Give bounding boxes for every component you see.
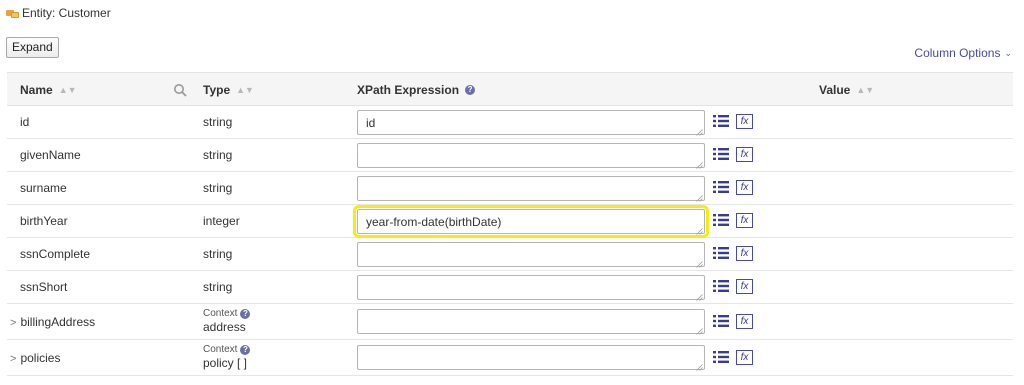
row-name: ssnComplete [20,238,90,271]
chevron-right-icon[interactable]: > [10,317,16,329]
row-name-label: policies [20,351,61,365]
xpath-expression-input[interactable]: year-from-date(birthDate) [353,205,709,238]
resize-grip-icon[interactable] [696,192,703,202]
sort-icon: ▲▼ [856,85,875,95]
column-header-xpath: XPath Expression ? [357,83,476,97]
xpath-expression-input[interactable] [357,176,705,202]
table-row: id string id fx [7,106,1013,139]
resize-grip-icon[interactable] [696,325,703,335]
row-name-label: givenName [20,148,81,162]
grid-header: Name ▲▼ Type ▲▼ XPath Expression ? Value… [7,72,1013,106]
row-name-label: surname [20,181,67,195]
column-header-name-label: Name [20,83,53,97]
sort-icon: ▲▼ [236,85,254,95]
expand-button[interactable]: Expand [6,37,59,58]
function-fx-icon[interactable]: fx [736,180,753,195]
function-fx-icon[interactable]: fx [736,114,753,129]
table-row: > policies Context? policy [ ] fx [7,340,1013,376]
chevron-down-icon: ⌄ [1004,47,1012,58]
entity-icon [6,8,19,19]
column-header-name[interactable]: Name ▲▼ [20,83,77,97]
column-header-value-label: Value [819,83,851,97]
row-name: givenName [20,139,81,172]
row-type: string [203,181,233,195]
chevron-right-icon[interactable]: > [10,353,16,365]
row-name-label: ssnComplete [20,247,91,261]
list-icon[interactable] [713,246,729,260]
column-header-xpath-label: XPath Expression [357,83,460,97]
column-header-type-label: Type [203,83,231,97]
function-fx-icon[interactable]: fx [736,147,753,162]
xpath-expression-value: year-from-date(birthDate) [366,215,502,229]
function-fx-icon[interactable]: fx [736,213,753,228]
row-type: string [203,115,233,129]
list-icon[interactable] [713,279,729,293]
row-name: birthYear [20,205,68,238]
table-row: > billingAddress Context? address fx [7,304,1013,340]
column-header-value[interactable]: Value ▲▼ [819,83,874,97]
help-icon[interactable]: ? [240,344,251,355]
help-icon[interactable]: ? [465,85,476,95]
function-fx-icon[interactable]: fx [736,246,753,261]
list-icon[interactable] [713,350,729,364]
sort-icon: ▲▼ [58,85,77,95]
grid-body: id string id fx givenName string fx surname stri… [7,106,1013,376]
function-fx-icon[interactable]: fx [736,279,753,294]
row-name-label: id [20,115,30,129]
xpath-expression-input[interactable] [357,143,705,169]
table-row: ssnShort string fx [7,271,1013,304]
function-fx-icon[interactable]: fx [736,350,753,365]
row-name-label: birthYear [20,214,68,228]
row-type: string [203,148,233,162]
row-type-label: policy [ ] [203,356,248,370]
column-options-label: Column Options [914,46,1001,60]
xpath-expression-input[interactable] [357,242,705,268]
xpath-expression-input[interactable]: id [357,110,705,136]
row-name-label: ssnShort [20,280,68,294]
resize-grip-icon[interactable] [696,126,703,136]
row-name: surname [20,172,67,205]
resize-grip-icon[interactable] [696,258,703,268]
table-row: givenName string fx [7,139,1013,172]
table-row: birthYear integer year-from-date(birthDate… [7,205,1013,238]
mapping-grid: Name ▲▼ Type ▲▼ XPath Expression ? Value… [7,72,1013,376]
help-icon[interactable]: ? [240,308,251,319]
row-type: string [203,280,233,294]
row-type-label: address [203,320,246,334]
table-row: surname string fx [7,172,1013,205]
list-icon[interactable] [713,147,729,161]
function-fx-icon[interactable]: fx [736,314,753,329]
resize-grip-icon[interactable] [696,361,703,371]
xpath-expression-value: id [366,116,376,130]
row-name: id [20,106,29,139]
row-type: Context? address [203,308,251,334]
row-name[interactable]: > policies [10,340,60,377]
xpath-expression-input[interactable] [357,275,705,301]
list-icon[interactable] [713,180,729,194]
resize-grip-icon[interactable] [696,159,703,169]
column-header-type[interactable]: Type ▲▼ [203,83,254,97]
row-type: integer [203,214,240,228]
row-type: Context? policy [ ] [203,344,251,370]
search-icon[interactable] [173,83,187,97]
resize-grip-icon[interactable] [696,225,703,235]
context-label-text: Context [203,308,238,319]
row-type: string [203,247,233,261]
list-icon[interactable] [713,114,729,128]
xpath-expression-input[interactable] [357,345,705,371]
column-options-link[interactable]: Column Options ⌄ [914,46,1012,60]
row-name[interactable]: > billingAddress [10,304,95,341]
list-icon[interactable] [713,213,729,227]
entity-header: Entity: Customer [6,6,111,20]
context-label: Context? [203,344,251,355]
row-name: ssnShort [20,271,67,304]
resize-grip-icon[interactable] [696,291,703,301]
context-label: Context? [203,308,251,319]
entity-title: Entity: Customer [22,6,111,20]
xpath-expression-input[interactable] [357,309,705,335]
table-row: ssnComplete string fx [7,238,1013,271]
list-icon[interactable] [713,314,729,328]
row-name-label: billingAddress [20,315,96,329]
context-label-text: Context [203,344,238,355]
